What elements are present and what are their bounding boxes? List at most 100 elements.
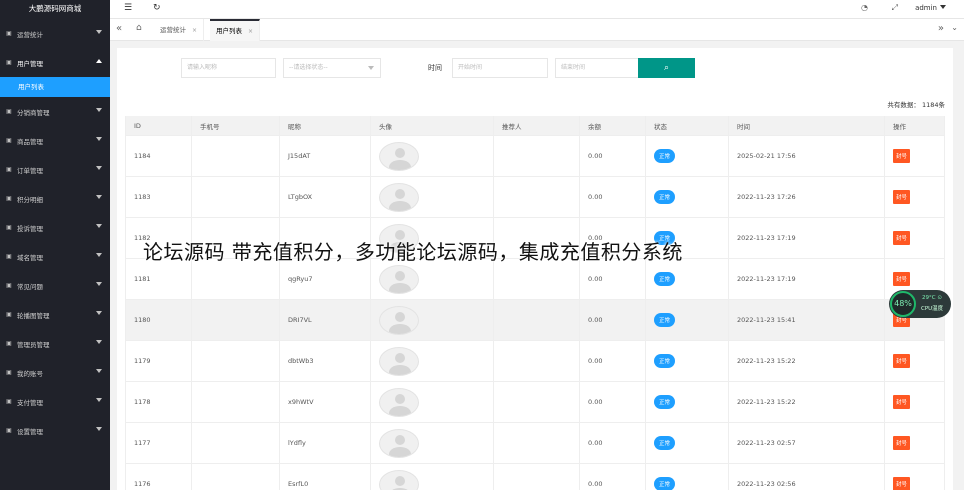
- cell-status: 正常: [646, 259, 729, 299]
- chevron-down-icon: [96, 195, 102, 199]
- sidebar-item[interactable]: ▣ 用户管理: [0, 48, 110, 77]
- chevron-down-icon: [96, 398, 102, 402]
- cell-time: 2022-11-23 17:19: [729, 259, 885, 299]
- user-table: ID 手机号 昵称 头像 推荐人 余额 状态 时间 操作 1184 J15dAT 0.00 正常 202…: [125, 116, 945, 490]
- close-icon[interactable]: ×: [192, 27, 197, 34]
- cell-referrer: [494, 341, 580, 381]
- sidebar-item[interactable]: ▣ 域名管理: [0, 242, 110, 271]
- table-row: 1176 EsrfL0 0.00 正常 2022-11-23 02:56 封号: [125, 464, 945, 490]
- chart-icon: ▣: [6, 29, 12, 37]
- start-time-input[interactable]: 开始时间: [452, 58, 548, 78]
- top-header: ☰ ↻ ◔ ⤢ admin: [110, 0, 964, 19]
- ban-button[interactable]: 封号: [893, 395, 911, 409]
- sidebar-item-label: 域名管理: [17, 253, 43, 262]
- sidebar-item[interactable]: ▣ 设置管理: [0, 416, 110, 445]
- sidebar-item[interactable]: ▣ 轮播图管理: [0, 300, 110, 329]
- chevron-down-icon: [96, 224, 102, 228]
- user-menu[interactable]: admin: [915, 4, 946, 12]
- ban-button[interactable]: 封号: [893, 149, 911, 163]
- ban-button[interactable]: 封号: [893, 272, 911, 286]
- sidebar-subitem-user-list[interactable]: 用户列表: [0, 77, 110, 97]
- main-content: 请输入昵称 --请选择状态-- 时间 开始时间 结束时间 ⌕ 共有数据： 118…: [117, 48, 953, 490]
- sidebar-item-label: 常见问题: [17, 282, 43, 291]
- chevron-down-icon[interactable]: ⌄: [951, 23, 958, 32]
- column-header: 余额: [580, 116, 646, 135]
- sidebar-item[interactable]: ▣ 订单管理: [0, 155, 110, 184]
- avatar: [379, 346, 419, 376]
- ban-button[interactable]: 封号: [893, 354, 911, 368]
- sidebar-item[interactable]: ▣ 支付管理: [0, 387, 110, 416]
- chevron-down-icon: [96, 369, 102, 373]
- status-badge: 正常: [654, 190, 676, 204]
- tab-label: 用户列表: [216, 27, 242, 35]
- sidebar-item[interactable]: ▣ 积分明细: [0, 184, 110, 213]
- ban-button[interactable]: 封号: [893, 436, 911, 450]
- sidebar-item[interactable]: ▣ 常见问题: [0, 271, 110, 300]
- cell-balance: 0.00: [580, 177, 646, 217]
- theme-icon[interactable]: ◔: [861, 3, 868, 12]
- chevron-down-icon: [96, 427, 102, 431]
- sidebar-item[interactable]: ▣ 商品管理: [0, 126, 110, 155]
- end-time-input[interactable]: 结束时间: [555, 58, 651, 78]
- ban-button[interactable]: 封号: [893, 231, 911, 245]
- cpu-temp: 29°C ⊙: [922, 295, 942, 301]
- sidebar-nav: ▣ 运营统计 ▣ 用户管理 用户列表 ▣ 分销商管理 ▣ 商品管理 ▣ 订单管理 ▣ 积分明细 ▣ 投诉管理…: [0, 19, 110, 445]
- status-select[interactable]: --请选择状态--: [283, 58, 381, 78]
- order-icon: ▣: [6, 165, 12, 173]
- menu-toggle-icon[interactable]: ☰: [124, 3, 132, 13]
- nickname-input[interactable]: 请输入昵称: [181, 58, 276, 78]
- column-header: 手机号: [192, 116, 280, 135]
- tab-stats[interactable]: 运营统计 ×: [154, 19, 205, 41]
- cell-time: 2022-11-23 15:22: [729, 341, 885, 381]
- sidebar-item[interactable]: ▣ 管理员管理: [0, 329, 110, 358]
- sidebar-item[interactable]: ▣ 投诉管理: [0, 213, 110, 242]
- close-icon[interactable]: ×: [248, 28, 253, 35]
- cell-action: 封号: [885, 423, 945, 463]
- cell-referrer: [494, 259, 580, 299]
- ban-button[interactable]: 封号: [893, 477, 911, 490]
- distributor-icon: ▣: [6, 107, 12, 115]
- sidebar-item[interactable]: ▣ 运营统计: [0, 19, 110, 48]
- cpu-widget: 48% 29°C ⊙ CPU温度: [889, 290, 951, 318]
- column-header: ID: [125, 116, 192, 135]
- cell-action: 封号: [885, 382, 945, 422]
- search-button[interactable]: ⌕: [638, 58, 695, 78]
- cell-phone: [192, 341, 280, 381]
- cell-time: 2022-11-23 02:56: [729, 464, 885, 490]
- avatar: [379, 428, 419, 458]
- brand-title: 大鹏源码网商城: [0, 0, 110, 19]
- cell-referrer: [494, 177, 580, 217]
- cell-referrer: [494, 300, 580, 340]
- cell-time: 2022-11-23 17:26: [729, 177, 885, 217]
- scroll-left-icon[interactable]: «: [116, 23, 122, 34]
- sidebar-item[interactable]: ▣ 我的账号: [0, 358, 110, 387]
- scroll-right-icon[interactable]: »: [938, 23, 944, 34]
- table-row: 1181 qgRyu7 0.00 正常 2022-11-23 17:19 封号: [125, 259, 945, 300]
- home-icon[interactable]: ⌂: [136, 23, 142, 33]
- sidebar-item-label: 投诉管理: [17, 224, 43, 233]
- total-count: 共有数据： 1184条: [887, 101, 945, 109]
- table-body: 1184 J15dAT 0.00 正常 2025-02-21 17:56 封号 1183 LT…: [125, 136, 945, 490]
- tab-user-list[interactable]: 用户列表 ×: [210, 19, 261, 41]
- sidebar-item-label: 设置管理: [17, 427, 43, 436]
- submenu: 用户列表: [0, 77, 110, 97]
- cell-nickname: DRI7VL: [280, 300, 371, 340]
- sidebar-item-label: 订单管理: [17, 166, 43, 175]
- settings-icon: ▣: [6, 426, 12, 434]
- sidebar-item[interactable]: ▣ 分销商管理: [0, 97, 110, 126]
- cell-status: 正常: [646, 300, 729, 340]
- cell-nickname: LTgbOX: [280, 177, 371, 217]
- fullscreen-icon[interactable]: ⤢: [892, 3, 898, 13]
- time-label: 时间: [428, 64, 442, 72]
- cell-status: 正常: [646, 423, 729, 463]
- status-badge: 正常: [654, 149, 676, 163]
- cell-phone: [192, 382, 280, 422]
- cell-status: 正常: [646, 341, 729, 381]
- cell-id: 1177: [125, 423, 192, 463]
- chevron-down-icon: [96, 30, 102, 34]
- ban-button[interactable]: 封号: [893, 190, 911, 204]
- cpu-percent: 48%: [890, 291, 916, 317]
- sidebar-item-label: 分销商管理: [17, 108, 50, 117]
- cell-time: 2025-02-21 17:56: [729, 136, 885, 176]
- refresh-icon[interactable]: ↻: [153, 3, 161, 13]
